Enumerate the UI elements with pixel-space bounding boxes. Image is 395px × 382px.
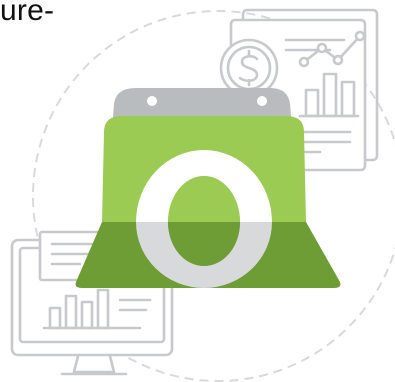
dollar-coin-icon	[219, 38, 279, 98]
office-app-illustration	[10, 8, 395, 382]
